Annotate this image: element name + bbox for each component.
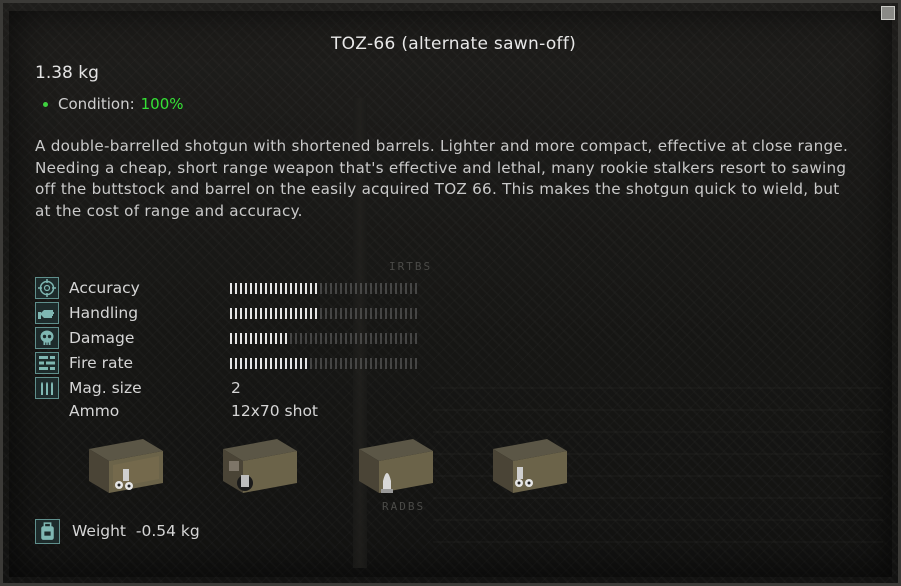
- fire-rate-icon: [35, 352, 59, 374]
- stat-fire-rate: Fire rate: [35, 351, 435, 376]
- backpack-icon: [35, 519, 60, 544]
- hand-icon: [35, 302, 59, 324]
- ammo-icon: [35, 377, 59, 399]
- weight-label: Weight -0.54 kg: [72, 522, 200, 540]
- stat-label: Handling: [69, 304, 139, 322]
- background-stamp: RADBS: [382, 500, 426, 513]
- item-title: TOZ-66 (alternate sawn-off): [330, 34, 577, 54]
- item-tooltip-panel: IRTBS RADBS TOZ-66 (alternate sawn-off) …: [0, 0, 901, 586]
- stat-damage: Damage: [35, 326, 435, 351]
- dart-box-icon[interactable]: [353, 435, 439, 497]
- background-stamp: IRTBS: [389, 260, 433, 273]
- close-corner-button[interactable]: [881, 6, 895, 20]
- condition-label: Condition:: [58, 95, 135, 113]
- item-description: A double-barrelled shotgun with shortene…: [35, 137, 849, 220]
- skull-icon: [35, 327, 59, 349]
- crosshair-icon: [35, 277, 59, 299]
- stat-value: 12x70 shot: [231, 402, 319, 420]
- stat-label: Mag. size: [69, 379, 142, 397]
- item-weight: 1.38 kg: [35, 63, 99, 83]
- stat-bar: [230, 358, 420, 369]
- stat-handling: Handling: [35, 301, 435, 326]
- buckshot-box-icon[interactable]: [83, 435, 169, 497]
- stat-ammo: Ammo 12x70 shot: [35, 399, 435, 424]
- stat-label: Fire rate: [69, 354, 134, 372]
- condition-value: 100%: [140, 95, 184, 113]
- stat-mag-size: Mag. size 2: [35, 376, 435, 401]
- stat-bar: [230, 308, 420, 319]
- stat-value: 2: [231, 379, 241, 397]
- bullet-icon: [43, 101, 48, 107]
- slug-box-icon[interactable]: [217, 435, 303, 497]
- stat-label: Damage: [69, 329, 135, 347]
- ammo-types: [83, 435, 603, 501]
- weight-modifier: Weight -0.54 kg: [35, 518, 335, 546]
- stat-label: Accuracy: [69, 279, 140, 297]
- condition-line: Condition: 100%: [43, 95, 184, 113]
- stat-label: Ammo: [69, 402, 120, 420]
- stat-bar: [230, 283, 420, 294]
- stat-bar: [230, 333, 420, 344]
- buckshot-box-icon[interactable]: [487, 435, 573, 497]
- stat-accuracy: Accuracy: [35, 276, 435, 301]
